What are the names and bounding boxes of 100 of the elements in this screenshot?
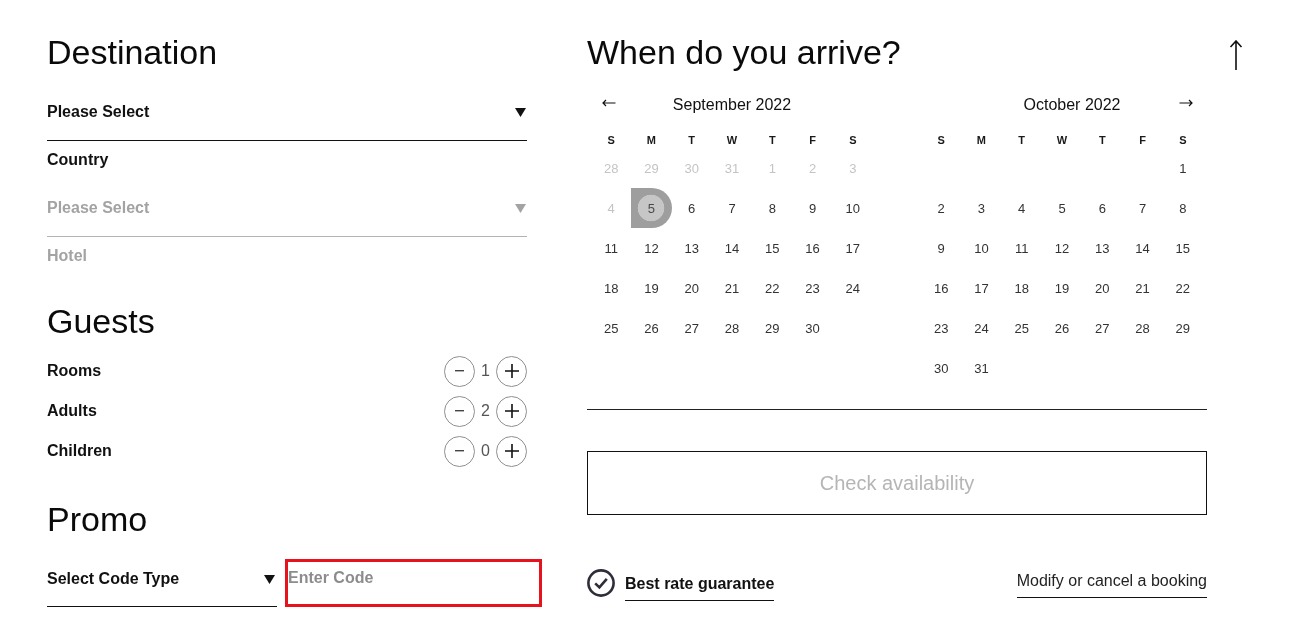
calendar-day: 3: [832, 148, 873, 188]
calendar-day[interactable]: 12: [1041, 228, 1083, 268]
calendar-day[interactable]: 24: [961, 308, 1002, 348]
month-title: September 2022: [672, 95, 792, 115]
calendar-day[interactable]: 21: [1122, 268, 1163, 308]
decrease-button[interactable]: [444, 355, 475, 387]
calendar-day[interactable]: 11: [591, 228, 632, 268]
calendar-day[interactable]: 29: [1162, 308, 1203, 348]
calendar-day[interactable]: 26: [1041, 308, 1083, 348]
calendar-day[interactable]: 9: [921, 228, 962, 268]
calendar-day[interactable]: 19: [1041, 268, 1083, 308]
calendar-day[interactable]: 17: [832, 228, 873, 268]
calendar-day[interactable]: 11: [1001, 228, 1042, 268]
calendar-day[interactable]: 25: [591, 308, 632, 348]
calendar-day[interactable]: 23: [921, 308, 962, 348]
calendar-day[interactable]: 7: [1122, 188, 1163, 228]
section-heading: Promo: [47, 499, 148, 539]
calendar-day[interactable]: 28: [711, 308, 753, 348]
decrease-button[interactable]: [444, 395, 475, 427]
calendar-day[interactable]: 10: [832, 188, 873, 228]
weekday-label: S: [849, 133, 857, 147]
calendar-day[interactable]: 28: [1122, 308, 1163, 348]
increase-button[interactable]: [496, 435, 527, 467]
calendar-day[interactable]: 26: [631, 308, 672, 348]
calendar-day[interactable]: 14: [711, 228, 753, 268]
calendar-day[interactable]: 15: [1162, 228, 1203, 268]
calendar-day[interactable]: 27: [671, 308, 712, 348]
calendar-day[interactable]: 6: [1082, 188, 1123, 228]
section-heading: When do you arrive?: [587, 32, 901, 72]
calendar-day[interactable]: 4: [1001, 188, 1042, 228]
calendar-day[interactable]: 12: [631, 228, 672, 268]
calendar-day[interactable]: 18: [1001, 268, 1042, 308]
calendar-day[interactable]: 30: [921, 348, 962, 388]
calendar-day[interactable]: 20: [1082, 268, 1123, 308]
calendar-day[interactable]: 30: [792, 308, 833, 348]
weekday-label: T: [1018, 133, 1026, 147]
counter-value: 1: [480, 361, 491, 381]
calendar-day[interactable]: 7: [711, 188, 753, 228]
check-circle-icon: [587, 569, 615, 597]
dropdown-select: Please Select: [47, 188, 527, 237]
calendar-day[interactable]: 25: [1001, 308, 1042, 348]
weekday-label: F: [1139, 133, 1146, 147]
decrease-button[interactable]: [444, 435, 475, 467]
calendar-day[interactable]: 1: [1162, 148, 1203, 188]
calendar-day[interactable]: 22: [1162, 268, 1203, 308]
calendar-day[interactable]: 24: [832, 268, 873, 308]
code-type-select[interactable]: Select Code Type: [47, 559, 277, 607]
calendar-day[interactable]: 29: [752, 308, 793, 348]
counter-label: Adults: [47, 401, 97, 421]
calendar-day[interactable]: 16: [921, 268, 962, 308]
calendar-day[interactable]: 5: [1041, 188, 1083, 228]
next-month-button[interactable]: [1179, 97, 1193, 109]
plus-icon: [504, 364, 519, 378]
calendar-day[interactable]: 14: [1122, 228, 1163, 268]
calendar-day[interactable]: 16: [792, 228, 833, 268]
minus-icon: [455, 410, 464, 412]
calendar-day[interactable]: 27: [1082, 308, 1123, 348]
section-heading: Guests: [47, 301, 155, 341]
calendar-day[interactable]: 18: [591, 268, 632, 308]
calendar-day[interactable]: 8: [752, 188, 793, 228]
calendar-day[interactable]: 8: [1162, 188, 1203, 228]
caret-down-icon: [515, 203, 526, 213]
calendar-day[interactable]: 3: [961, 188, 1002, 228]
previous-month-button[interactable]: [602, 97, 616, 109]
calendar-day[interactable]: 19: [631, 268, 672, 308]
weekday-label: F: [809, 133, 816, 147]
calendar-day: 29: [631, 148, 672, 188]
calendar-day[interactable]: 13: [1082, 228, 1123, 268]
calendar-day[interactable]: 23: [792, 268, 833, 308]
calendar-day[interactable]: 9: [792, 188, 833, 228]
calendar-day[interactable]: 5: [631, 188, 672, 228]
back-to-top-button[interactable]: [1229, 40, 1243, 70]
calendar-day[interactable]: 17: [961, 268, 1002, 308]
calendar-day[interactable]: 2: [921, 188, 962, 228]
calendar-day[interactable]: 21: [711, 268, 753, 308]
weekday-label: W: [1056, 133, 1068, 147]
calendar-day[interactable]: 22: [752, 268, 793, 308]
calendar-day[interactable]: 10: [961, 228, 1002, 268]
weekday-label: W: [726, 133, 738, 147]
increase-button[interactable]: [496, 355, 527, 387]
calendar-day[interactable]: 15: [752, 228, 793, 268]
weekday-label: S: [937, 133, 945, 147]
increase-button[interactable]: [496, 395, 527, 427]
weekday-label: T: [1098, 133, 1106, 147]
plus-icon: [504, 444, 519, 458]
calendar-day[interactable]: 6: [671, 188, 712, 228]
calendar-day: 1: [752, 148, 793, 188]
weekday-label: M: [976, 133, 986, 147]
caret-down-icon: [515, 107, 526, 117]
dropdown-select[interactable]: Please Select: [47, 92, 527, 141]
calendar-day[interactable]: 31: [961, 348, 1002, 388]
calendar-day[interactable]: 13: [671, 228, 712, 268]
arrow-up-icon: [1229, 40, 1243, 70]
promo-code-input[interactable]: Enter Code: [285, 559, 542, 607]
best-rate-link[interactable]: Best rate guarantee: [625, 571, 775, 601]
calendar-day: 4: [591, 188, 632, 228]
weekday-label: S: [607, 133, 615, 147]
calendar-day[interactable]: 20: [671, 268, 712, 308]
field-label: Hotel: [47, 246, 87, 266]
manage-booking-link[interactable]: Modify or cancel a booking: [1016, 570, 1207, 598]
